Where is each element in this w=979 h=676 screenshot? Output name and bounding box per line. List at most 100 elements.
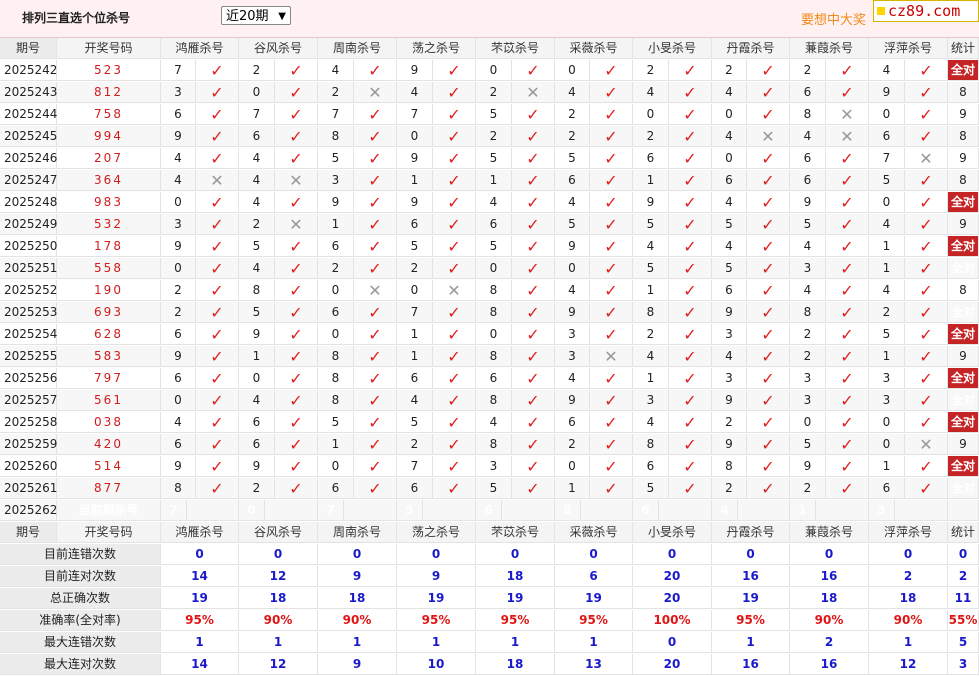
kill-number: 5	[790, 434, 826, 455]
check-icon: ✓	[354, 390, 397, 411]
stats-value: 14	[161, 654, 239, 675]
ad-slogan[interactable]: 要想中大奖	[801, 9, 866, 28]
check-icon: ✓	[512, 148, 555, 169]
kill-number: 0	[869, 412, 905, 433]
kill-number: 1	[869, 258, 905, 279]
stats-value: 18	[869, 588, 948, 609]
kill-number: 6	[239, 434, 275, 455]
check-icon: ✓	[196, 456, 239, 477]
check-icon: ✓	[826, 236, 869, 257]
stats-value: 16	[790, 566, 869, 587]
stats-value: 90%	[790, 610, 869, 631]
check-icon: ✓	[275, 280, 318, 301]
empty-cell	[816, 500, 869, 521]
page-title: 排列三直选个位杀号	[22, 11, 131, 25]
check-icon: ✓	[905, 302, 948, 323]
check-icon: ✓	[433, 456, 476, 477]
kill-number: 9	[161, 126, 196, 147]
check-icon: ✓	[747, 368, 790, 389]
stat-badge: 8	[948, 280, 979, 301]
kill-number: 8	[318, 346, 354, 367]
check-icon: ✓	[905, 478, 948, 499]
kill-number: 0	[555, 60, 590, 81]
kill-number: 8	[318, 126, 354, 147]
empty-cell	[423, 500, 476, 521]
check-icon: ✓	[354, 478, 397, 499]
kill-number: 5	[555, 214, 590, 235]
column-header-expert: 谷风杀号	[239, 38, 318, 59]
kill-number: 3	[869, 390, 905, 411]
check-icon: ✓	[512, 456, 555, 477]
kill-number: 9	[239, 456, 275, 477]
kill-number: 4	[790, 236, 826, 257]
winning-number: 038	[57, 412, 161, 433]
column-header-expert: 采薇杀号	[555, 38, 633, 59]
check-icon: ✓	[826, 192, 869, 213]
check-icon: ✓	[905, 390, 948, 411]
kill-number: 9	[318, 192, 354, 213]
check-icon: ✓	[275, 434, 318, 455]
site-logo[interactable]: cz89.com	[873, 0, 979, 22]
kill-number: 0	[869, 104, 905, 125]
kill-number: 6	[555, 170, 590, 191]
check-icon: ✓	[512, 258, 555, 279]
kill-number: 2	[633, 324, 669, 345]
kill-number: 2	[633, 60, 669, 81]
stats-row: 最大连对次数 14 12 9 10 18 13 20 16 16 12 3	[0, 654, 979, 676]
kill-number: 1	[397, 324, 433, 345]
check-icon: ✓	[747, 214, 790, 235]
stats-value: 12	[869, 654, 948, 675]
check-icon: ✓	[669, 258, 712, 279]
stats-value: 11	[948, 588, 979, 609]
kill-number: 4	[161, 170, 196, 191]
check-icon: ✓	[747, 412, 790, 433]
kill-number: 3	[790, 368, 826, 389]
check-icon: ✓	[512, 302, 555, 323]
check-icon: ✓	[747, 192, 790, 213]
kill-number: 4	[397, 390, 433, 411]
issue-number: 2025258	[0, 412, 57, 433]
check-icon: ✓	[433, 148, 476, 169]
stats-value: 0	[555, 544, 633, 565]
check-icon: ✓	[275, 258, 318, 279]
check-icon: ✓	[669, 192, 712, 213]
check-icon: ✓	[512, 478, 555, 499]
kill-number: 4	[633, 236, 669, 257]
check-icon: ✓	[275, 390, 318, 411]
empty-cell	[581, 500, 633, 521]
check-icon: ✓	[433, 258, 476, 279]
stat-badge: 8	[948, 126, 979, 147]
empty-cell	[502, 500, 555, 521]
stats-value: 0	[397, 544, 476, 565]
kill-number: 6	[239, 412, 275, 433]
check-icon: ✓	[433, 126, 476, 147]
kill-number: 2	[476, 82, 512, 103]
cross-icon: ✕	[826, 126, 869, 147]
check-icon: ✓	[354, 236, 397, 257]
stats-value: 0	[161, 544, 239, 565]
kill-number: 0	[239, 368, 275, 389]
check-icon: ✓	[275, 104, 318, 125]
column-header-expert: 周南杀号	[318, 38, 397, 59]
range-select[interactable]: 近20期 ▼	[221, 6, 291, 25]
kill-number: 2	[790, 324, 826, 345]
check-icon: ✓	[669, 148, 712, 169]
check-icon: ✓	[354, 126, 397, 147]
kill-number: 6	[555, 412, 590, 433]
cross-icon: ✕	[354, 82, 397, 103]
stat-badge: 9	[948, 148, 979, 169]
kill-number: 4	[712, 236, 747, 257]
check-icon: ✓	[590, 478, 633, 499]
check-icon: ✓	[275, 324, 318, 345]
kill-number: 9	[555, 236, 590, 257]
check-icon: ✓	[512, 280, 555, 301]
cross-icon: ✕	[905, 148, 948, 169]
current-kill-number: 5	[397, 500, 423, 521]
kill-number: 6	[397, 214, 433, 235]
table-row: 2025261 877 8 ✓ 2 ✓ 6 ✓ 6 ✓ 5 ✓ 1 ✓ 5 ✓ 2 ✓ 2 ✓ 6 ✓ 全对	[0, 478, 979, 500]
kill-number: 6	[161, 368, 196, 389]
kill-number: 4	[790, 126, 826, 147]
check-icon: ✓	[590, 82, 633, 103]
winning-number: 693	[57, 302, 161, 323]
kill-number: 5	[712, 214, 747, 235]
